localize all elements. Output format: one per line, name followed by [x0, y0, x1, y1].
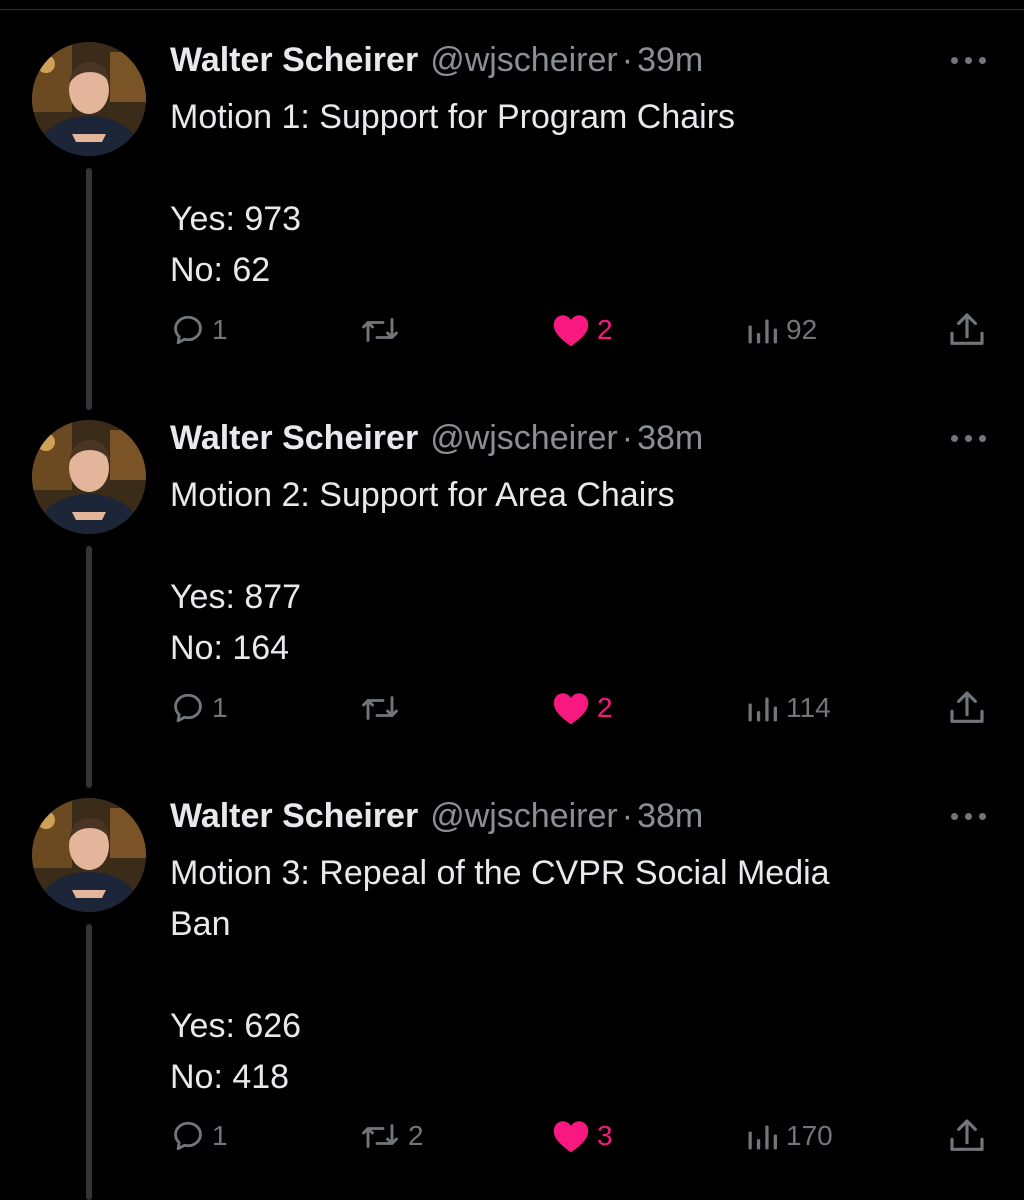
- tweet-text: Motion 1: Support for Program Chairs Yes…: [170, 92, 735, 296]
- heart-icon: [553, 693, 589, 725]
- share-button[interactable]: [946, 688, 988, 728]
- repost-arrows-icon: [362, 1124, 398, 1148]
- share-upload-icon: [950, 313, 984, 345]
- more-dots-icon[interactable]: [946, 54, 990, 66]
- views-count: 92: [786, 314, 818, 345]
- separator-dot: ·: [621, 41, 634, 79]
- tweet[interactable]: Walter Scheirer @wjscheirer · 39m Motion 1:…: [0, 40, 1024, 410]
- tweet-text-line: Motion 1: Support for Program Chairs: [170, 98, 736, 136]
- result-line-yes: Yes: 626: [170, 1007, 302, 1045]
- tweet-text-line: Motion 2: Support for Area Chairs: [170, 476, 675, 514]
- reply-count: 1: [212, 314, 228, 345]
- author-handle[interactable]: @wjscheirer: [430, 797, 618, 835]
- tweet-header: Walter Scheirer @wjscheirer · 38m: [170, 418, 703, 458]
- repost-arrows-icon: [362, 318, 398, 342]
- tweet-text: Motion 2: Support for Area Chairs Yes: 8…: [170, 470, 675, 674]
- repost-button[interactable]: [358, 310, 408, 350]
- reply-button[interactable]: 1: [170, 1116, 228, 1156]
- author-name[interactable]: Walter Scheirer: [170, 797, 418, 835]
- reply-count: 1: [212, 692, 228, 723]
- tweet-header: Walter Scheirer @wjscheirer · 38m: [170, 796, 703, 836]
- views-button[interactable]: 170: [744, 1116, 833, 1156]
- like-button[interactable]: 3: [551, 1116, 613, 1156]
- more-dots-icon[interactable]: [946, 432, 990, 444]
- result-line-no: No: 62: [170, 251, 271, 289]
- tweet-text-line: Motion 3: Repeal of the CVPR Social Medi…: [170, 854, 830, 892]
- tweet-text: Motion 3: Repeal of the CVPR Social Medi…: [170, 848, 830, 1103]
- like-count: 2: [597, 692, 613, 723]
- share-button[interactable]: [946, 310, 988, 350]
- tweet-header: Walter Scheirer @wjscheirer · 39m: [170, 40, 703, 80]
- author-name[interactable]: Walter Scheirer: [170, 419, 418, 457]
- reply-button[interactable]: 1: [170, 310, 228, 350]
- timestamp[interactable]: 38m: [637, 797, 703, 835]
- result-line-yes: Yes: 973: [170, 200, 302, 238]
- action-bar: 1 2 3 170: [0, 1116, 1024, 1156]
- repost-arrows-icon: [362, 696, 398, 720]
- tweet[interactable]: Walter Scheirer @wjscheirer · 38m Motion 2:…: [0, 418, 1024, 788]
- repost-count: 2: [408, 1120, 424, 1151]
- author-handle[interactable]: @wjscheirer: [430, 419, 618, 457]
- result-line-no: No: 164: [170, 629, 290, 667]
- views-count: 170: [786, 1120, 833, 1151]
- speech-bubble-icon: [174, 693, 202, 723]
- tweet-text-line: Ban: [170, 905, 231, 943]
- author-handle[interactable]: @wjscheirer: [430, 41, 618, 79]
- separator-dot: ·: [621, 419, 634, 457]
- repost-button[interactable]: 2: [358, 1116, 424, 1156]
- heart-icon: [553, 1121, 589, 1153]
- result-line-yes: Yes: 877: [170, 578, 302, 616]
- action-bar: 1 2 92: [0, 310, 1024, 350]
- views-count: 114: [786, 692, 831, 723]
- timestamp[interactable]: 39m: [637, 41, 703, 79]
- more-dots-icon[interactable]: [946, 810, 990, 822]
- like-count: 3: [597, 1120, 613, 1151]
- bar-chart-icon: [748, 319, 777, 344]
- author-name[interactable]: Walter Scheirer: [170, 41, 418, 79]
- avatar[interactable]: [32, 798, 146, 912]
- reply-count: 1: [212, 1120, 228, 1151]
- tweet[interactable]: Walter Scheirer @wjscheirer · 38m Motion 3:…: [0, 796, 1024, 1200]
- timestamp[interactable]: 38m: [637, 419, 703, 457]
- bar-chart-icon: [748, 697, 777, 722]
- like-button[interactable]: 2: [551, 688, 613, 728]
- reply-button[interactable]: 1: [170, 688, 228, 728]
- bar-chart-icon: [748, 1125, 777, 1150]
- repost-button[interactable]: [358, 688, 408, 728]
- share-upload-icon: [950, 691, 984, 723]
- share-button[interactable]: [946, 1116, 988, 1156]
- speech-bubble-icon: [174, 1121, 202, 1151]
- result-line-no: No: 418: [170, 1058, 290, 1096]
- views-button[interactable]: 92: [744, 310, 817, 350]
- share-upload-icon: [950, 1119, 984, 1151]
- like-count: 2: [597, 314, 613, 345]
- avatar[interactable]: [32, 420, 146, 534]
- heart-icon: [553, 315, 589, 347]
- views-button[interactable]: 114: [744, 688, 831, 728]
- action-bar: 1 2 114: [0, 688, 1024, 728]
- like-button[interactable]: 2: [551, 310, 613, 350]
- speech-bubble-icon: [174, 315, 202, 345]
- separator-dot: ·: [621, 797, 634, 835]
- top-divider: [0, 9, 1024, 10]
- avatar[interactable]: [32, 42, 146, 156]
